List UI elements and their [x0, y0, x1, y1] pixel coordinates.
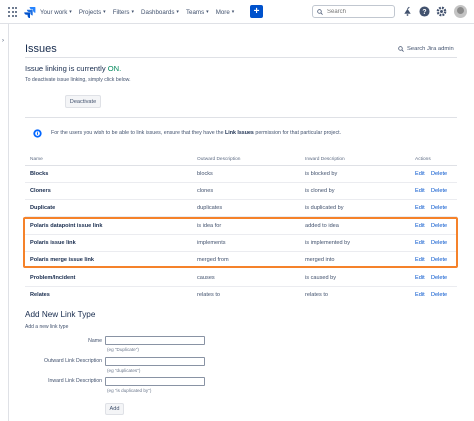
settings-icon[interactable] [436, 6, 447, 17]
name-field[interactable] [105, 336, 205, 345]
outward-description: clones [197, 188, 214, 194]
top-navigation: Your work ▾ Projects ▾ Filters ▾ Dashboards… [0, 0, 474, 24]
add-link-type-subtitle: Add a new link type [25, 324, 69, 330]
nav-label: Dashboards [141, 8, 175, 16]
chevron-down-icon: ▾ [231, 9, 235, 15]
nav-more[interactable]: More ▾ [216, 9, 235, 16]
info-message: For the users you wish to be able to lin… [25, 125, 457, 145]
edit-link[interactable]: Edit [415, 205, 425, 211]
highlight-box [23, 217, 458, 268]
outward-description-field[interactable] [105, 357, 205, 366]
table-row: Problem/Incident causes is caused by Edi… [25, 270, 457, 287]
help-icon[interactable]: ? [419, 6, 430, 17]
inward-description-label: Inward Link Description [48, 378, 102, 384]
delete-link[interactable]: Delete [431, 205, 447, 211]
chevron-down-icon: ▾ [103, 9, 106, 15]
nav-label: Your work [40, 8, 68, 16]
create-button[interactable]: + [250, 5, 263, 18]
info-icon [33, 129, 42, 138]
delete-link[interactable]: Delete [431, 275, 447, 281]
search-icon [398, 46, 404, 52]
inward-description: relates to [305, 292, 329, 298]
info-text-bold: Link Issues [225, 130, 254, 136]
nav-label: More [215, 8, 230, 16]
column-header-name: Name [30, 157, 43, 162]
chevron-down-icon: ▾ [69, 9, 72, 15]
outward-description-label: Outward Link Description [44, 358, 102, 364]
deactivate-button[interactable]: Deactivate [65, 95, 101, 108]
divider [25, 57, 457, 58]
info-text-before: For the users you wish to be able to lin… [51, 130, 224, 136]
name-label: Name [88, 338, 102, 344]
jira-logo-icon[interactable] [24, 6, 36, 18]
sidebar-collapsed: › [0, 24, 9, 421]
avatar[interactable] [454, 5, 467, 18]
table-row: Cloners clones is cloned by Edit Delete [25, 183, 457, 200]
edit-link[interactable]: Edit [415, 188, 425, 194]
global-search[interactable] [312, 5, 395, 18]
inward-description: is cloned by [305, 188, 335, 194]
link-type-name: Cloners [30, 188, 51, 194]
status-value: ON. [107, 64, 122, 73]
nav-projects[interactable]: Projects ▾ [79, 9, 106, 16]
edit-link[interactable]: Edit [415, 275, 425, 281]
inward-description-hint: (eg "is duplicated by") [107, 388, 152, 393]
nav-label: Filters [112, 8, 130, 16]
status-prefix: Issue linking is currently [25, 64, 106, 73]
inward-description-field[interactable] [105, 377, 205, 386]
apps-grid-icon[interactable] [8, 7, 18, 17]
add-button[interactable]: Add [105, 403, 124, 415]
divider [25, 117, 457, 118]
nav-label: Teams [185, 8, 205, 16]
nav-dashboards[interactable]: Dashboards ▾ [141, 9, 179, 16]
deactivate-help-text: To deactivate issue linking, simply clic… [25, 77, 131, 83]
notification-icon[interactable] [402, 6, 413, 17]
outward-description: relates to [197, 292, 221, 298]
link-type-name: Problem/Incident [30, 275, 76, 281]
edit-link[interactable]: Edit [415, 171, 425, 177]
outward-description: causes [197, 275, 215, 281]
search-jira-admin-link[interactable]: Search Jira admin [398, 46, 454, 52]
nav-your-work[interactable]: Your work ▾ [40, 9, 72, 16]
admin-search-label: Search Jira admin [407, 46, 454, 52]
link-type-name: Duplicate [30, 205, 56, 211]
delete-link[interactable]: Delete [431, 292, 447, 298]
chevron-down-icon: ▾ [206, 9, 209, 15]
inward-description: is caused by [305, 275, 337, 281]
column-header-inward: Inward Description [305, 157, 345, 162]
add-link-type-title: Add New Link Type [25, 310, 96, 319]
inward-description: is blocked by [305, 171, 338, 177]
table-row: Duplicate duplicates is duplicated by Ed… [25, 200, 457, 217]
column-header-actions: Actions [415, 157, 431, 162]
link-type-name: Relates [30, 292, 50, 298]
outward-description: duplicates [197, 205, 223, 211]
search-icon [317, 8, 323, 15]
chevron-right-icon[interactable]: › [2, 38, 4, 44]
outward-description: blocks [197, 171, 213, 177]
edit-link[interactable]: Edit [415, 292, 425, 298]
linking-status: Issue linking is currently ON. [25, 64, 121, 73]
search-input[interactable] [327, 8, 387, 15]
delete-link[interactable]: Delete [431, 188, 447, 194]
column-header-outward: Outward Description [197, 157, 241, 162]
info-text-after: permission for that particular project. [255, 130, 342, 136]
nav-filters[interactable]: Filters ▾ [113, 9, 134, 16]
table-row: Blocks blocks is blocked by Edit Delete [25, 166, 457, 183]
table-row: Relates relates to relates to Edit Delet… [25, 287, 457, 304]
delete-link[interactable]: Delete [431, 171, 447, 177]
nav-label: Projects [78, 8, 102, 16]
inward-description: is duplicated by [305, 205, 344, 211]
nav-teams[interactable]: Teams ▾ [186, 9, 209, 16]
svg-text:?: ? [422, 9, 426, 16]
link-type-name: Blocks [30, 171, 49, 177]
info-text: For the users you wish to be able to lin… [51, 130, 341, 136]
page-title: Issues [25, 43, 57, 55]
chevron-down-icon: ▾ [176, 9, 179, 15]
chevron-down-icon: ▾ [131, 9, 135, 15]
name-hint: (eg "Duplicate") [107, 347, 139, 352]
main-nav: Your work ▾ Projects ▾ Filters ▾ Dashboards… [40, 0, 241, 24]
outward-description-hint: (eg "duplicates") [107, 368, 141, 373]
